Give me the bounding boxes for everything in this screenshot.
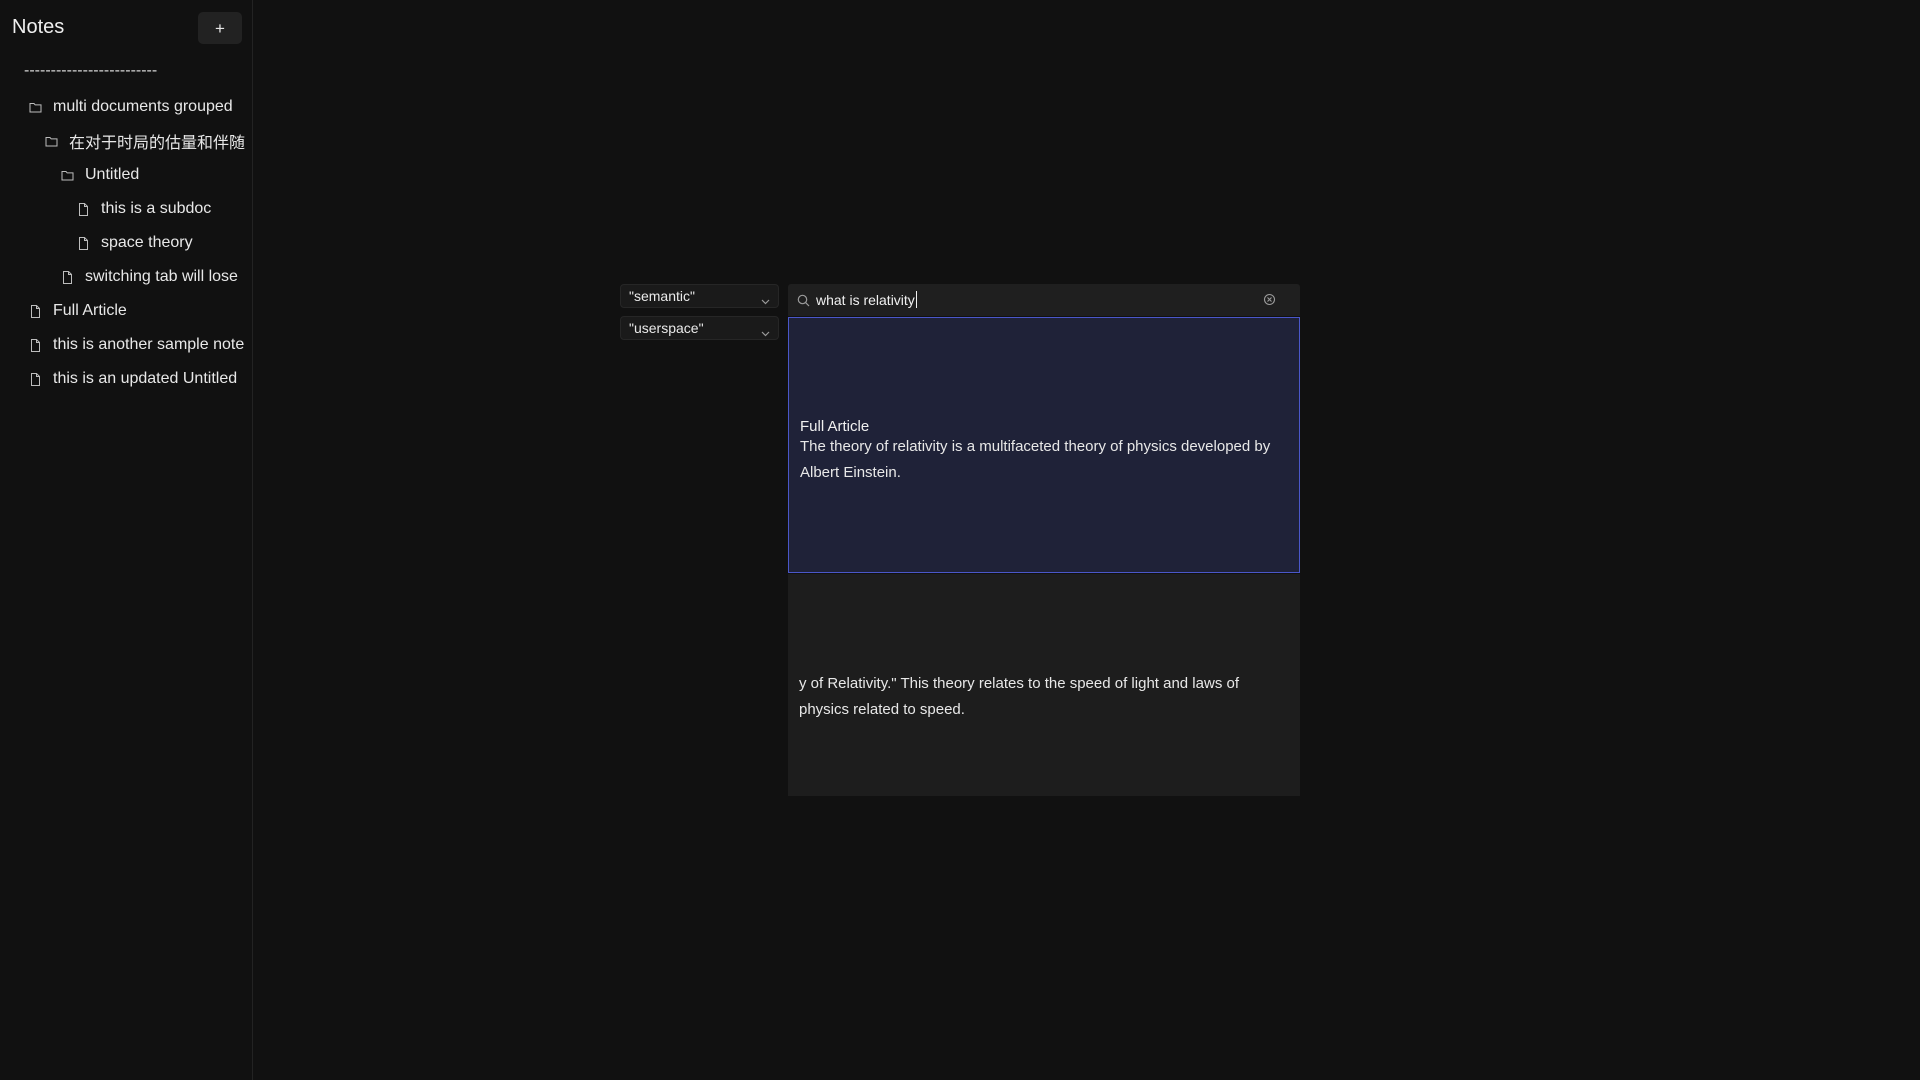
sidebar: Notes + ------------------------- multi … [0,0,253,1080]
tree-item-document[interactable]: this is a subdoc [76,192,211,226]
tree-item-document[interactable]: space theory [76,226,193,260]
tree-item-document[interactable]: switching tab will lose [60,260,238,294]
tree-item-document[interactable]: this is an updated Untitled [28,362,237,396]
search-result-item[interactable]: y of Relativity." This theory relates to… [788,574,1300,796]
tree-item-label: 在对于时局的估量和伴随 [69,135,246,152]
folder-icon [60,168,74,182]
tree-item-label: Full Article [53,302,127,319]
result-title: Full Article [800,418,870,435]
sidebar-title: Notes [12,16,65,38]
tree-item-folder[interactable]: Untitled [60,158,139,192]
tree-item-folder[interactable]: multi documents grouped [28,90,233,124]
tree-item-document[interactable]: this is another sample note [28,328,244,362]
document-icon [76,236,90,250]
search-mode-value: "semantic" [629,288,695,304]
chevron-down-icon [761,324,770,340]
sidebar-header: Notes + [12,12,242,44]
sidebar-divider: ------------------------- [24,62,158,79]
search-mode-select[interactable]: "semantic" [620,284,779,308]
document-icon [76,202,90,216]
search-result-item[interactable]: Full Article The theory of relativity is… [788,317,1300,573]
search-bar [788,284,1300,316]
tree-item-label: space theory [101,234,193,251]
clear-icon[interactable] [1263,293,1276,311]
document-icon [28,372,42,386]
search-input[interactable] [816,290,1256,310]
tree-item-label: this is another sample note [53,336,245,353]
tree-item-folder[interactable]: 在对于时局的估量和伴随 [44,124,245,158]
add-note-button[interactable]: + [198,12,242,44]
tree-item-label: this is an updated Untitled [53,370,238,387]
search-icon [797,294,810,312]
tree-item-document[interactable]: Full Article [28,294,127,328]
folder-icon [28,100,42,114]
tree-item-label: switching tab will lose [85,268,238,285]
tree-item-label: multi documents grouped [53,98,233,115]
tree-item-label: this is a subdoc [101,200,212,217]
search-scope-value: "userspace" [629,320,704,336]
search-scope-select[interactable]: "userspace" [620,316,779,340]
text-caret [916,291,917,308]
document-icon [28,338,42,352]
document-icon [60,270,74,284]
tree-item-label: Untitled [85,166,140,183]
chevron-down-icon [761,292,770,308]
result-snippet: The theory of relativity is a multifacet… [800,438,1271,481]
result-snippet: y of Relativity." This theory relates to… [799,675,1239,718]
folder-icon [44,134,58,148]
document-icon [28,304,42,318]
